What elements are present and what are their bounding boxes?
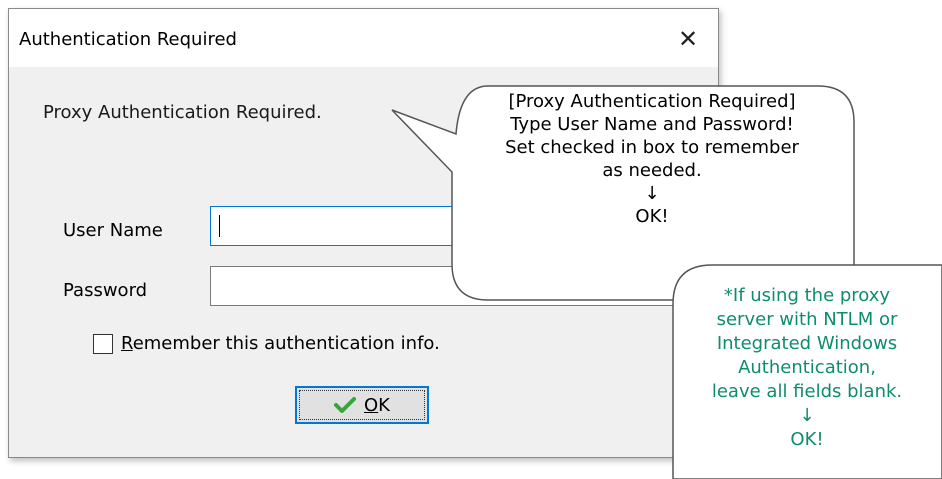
dialog-title: Authentication Required xyxy=(19,29,237,50)
instruction-callout-text: [Proxy Authentication Required] Type Use… xyxy=(505,91,799,227)
close-icon: ✕ xyxy=(677,25,699,53)
user-name-label: User Name xyxy=(63,220,163,241)
remember-checkbox-row[interactable]: Remember this authentication info. xyxy=(93,333,440,354)
remember-checkbox[interactable] xyxy=(93,333,113,354)
focus-rect xyxy=(299,390,425,420)
remember-label: Remember this authentication info. xyxy=(121,333,440,354)
close-button[interactable]: ✕ xyxy=(670,21,706,57)
text-caret xyxy=(219,215,220,237)
ntlm-note-callout: *If using the proxy server with NTLM or … xyxy=(672,264,942,479)
ok-label: OK xyxy=(364,394,390,416)
checkmark-icon xyxy=(334,397,356,413)
ntlm-note-text: *If using the proxy server with NTLM or … xyxy=(711,285,903,450)
ok-button[interactable]: OK xyxy=(295,386,429,424)
title-bar: Authentication Required ✕ xyxy=(9,9,718,67)
auth-message: Proxy Authentication Required. xyxy=(43,102,322,123)
password-label: Password xyxy=(63,280,148,301)
